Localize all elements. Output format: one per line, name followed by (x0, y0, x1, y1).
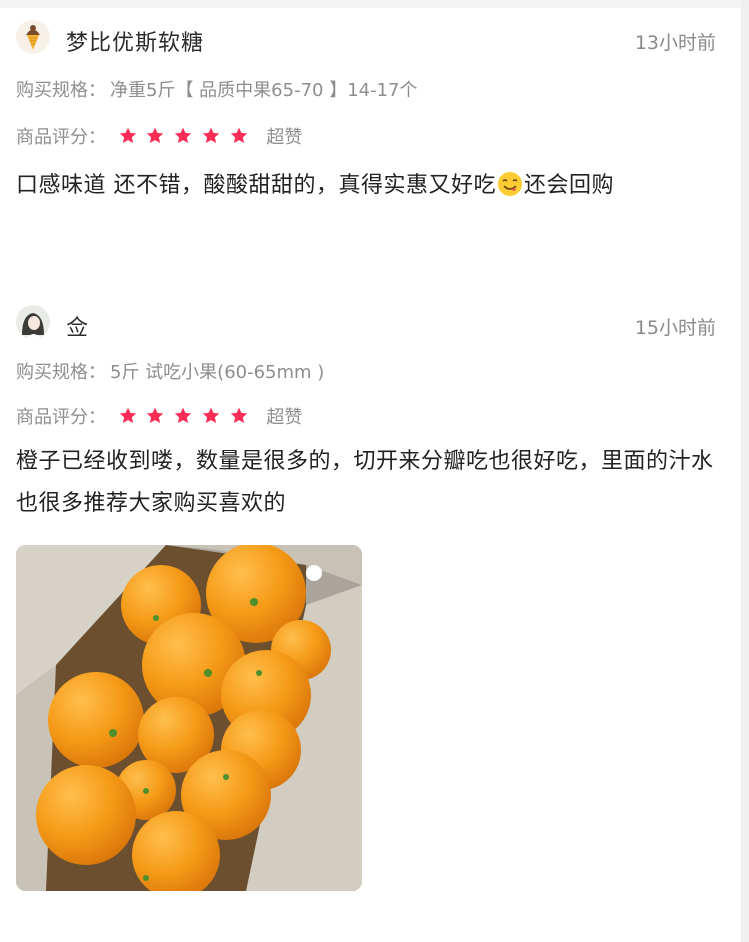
rating-text: 超赞 (266, 407, 303, 428)
spec-label: 购买规格： (16, 80, 106, 101)
rating-stars (118, 126, 251, 151)
star-icon (175, 407, 192, 423)
review-text-part2: 还会回购 (524, 173, 615, 198)
timestamp: 13小时前 (634, 32, 716, 54)
portrait-avatar-icon (16, 305, 50, 339)
spec-value: 5斤 试吃小果(60-65mm ) (110, 362, 325, 383)
rating-row: 商品评分： 超赞 (16, 123, 302, 151)
rating-label: 商品评分： (16, 407, 106, 428)
timestamp: 15小时前 (634, 317, 716, 339)
spec-row: 购买规格： 净重5斤【 品质中果65-70 】14-17个 (16, 76, 418, 102)
star-icon (147, 127, 164, 143)
review-text: 橙子已经收到喽，数量是很多的，切开来分瓣吃也很好吃，里面的汁水也很多推荐大家购买… (16, 449, 714, 516)
review-text-part1: 口感味道 还不错，酸酸甜甜的，真得实惠又好吃 (16, 173, 496, 198)
review-header: 梦比优斯软糖 13小时前 (16, 20, 716, 56)
avatar[interactable] (16, 20, 50, 54)
spec-value: 净重5斤【 品质中果65-70 】14-17个 (110, 80, 418, 101)
spec-row: 购买规格： 5斤 试吃小果(60-65mm ) (16, 358, 324, 384)
review-list: 梦比优斯软糖 13小时前 购买规格： 净重5斤【 品质中果65-70 】14-17… (0, 0, 749, 942)
top-edge (0, 0, 749, 8)
scrollbar-track[interactable] (741, 0, 749, 942)
soft-serve-avatar-icon (16, 20, 50, 54)
review-photo[interactable] (16, 545, 362, 891)
star-icon (230, 127, 247, 143)
rating-stars (118, 406, 251, 431)
spec-label: 购买规格： (16, 362, 106, 383)
star-icon (202, 407, 220, 423)
avatar[interactable] (16, 305, 50, 339)
rating-text: 超赞 (266, 127, 303, 148)
star-icon (119, 407, 136, 423)
review-text: 口感味道 还不错，酸酸甜甜的，真得实惠又好吃 还会回购 (16, 165, 716, 207)
star-icon (202, 127, 220, 143)
username[interactable]: 梦比优斯软糖 (66, 25, 204, 57)
username[interactable]: 佥 (66, 310, 89, 342)
star-icon (175, 127, 192, 143)
rating-row: 商品评分： 超赞 (16, 403, 302, 431)
review-header: 佥 15小时前 (16, 305, 716, 341)
oranges-in-box-photo (16, 545, 362, 891)
star-icon (119, 127, 136, 143)
star-icon (230, 407, 247, 423)
rating-label: 商品评分： (16, 127, 106, 148)
star-icon (147, 407, 164, 423)
yum-emoji-icon (498, 172, 522, 196)
